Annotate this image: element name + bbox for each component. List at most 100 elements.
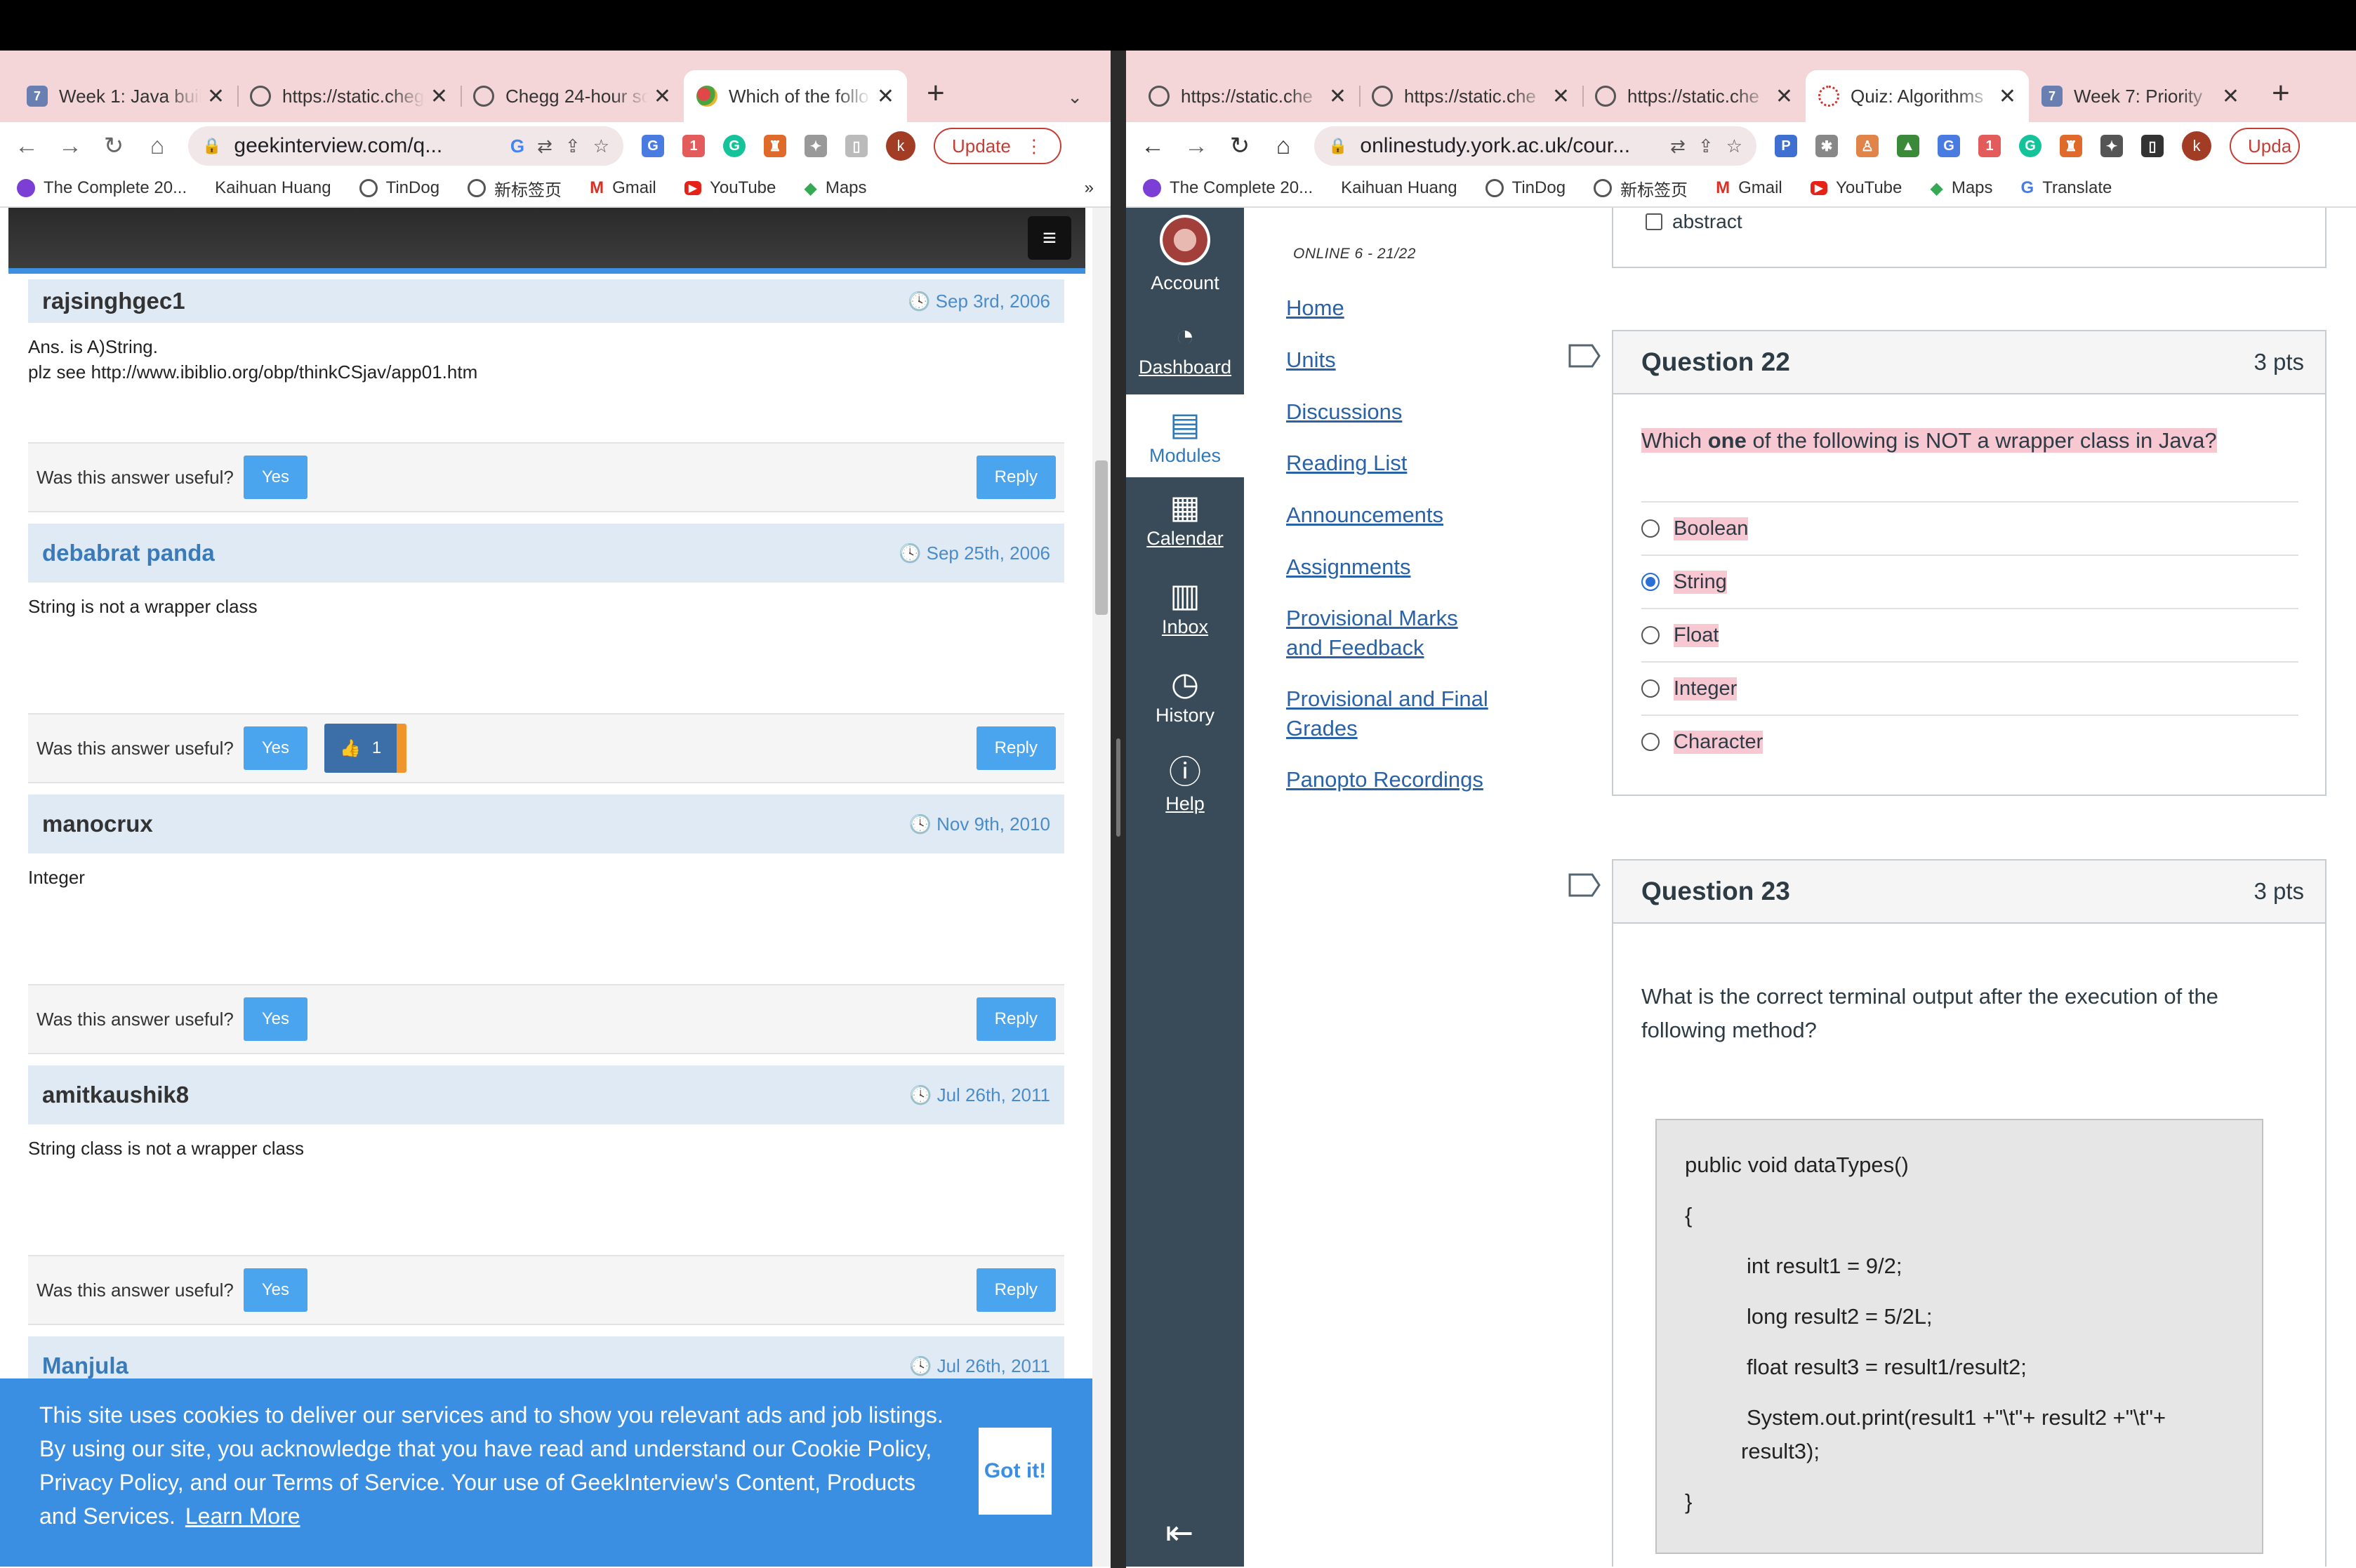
tab-static-che-2[interactable]: https://static.che ✕ [1359,70,1582,122]
nav-account[interactable]: Account [1126,215,1244,300]
tab-which-of-the-following[interactable]: Which of the follo ✕ [684,70,907,122]
post-username[interactable]: Manjula [42,1353,128,1379]
update-button[interactable]: Update ⋮ [934,128,1061,164]
radio-button[interactable] [1641,679,1660,698]
radio-button[interactable] [1641,519,1660,538]
course-nav-reading-list[interactable]: Reading List [1286,449,1539,478]
nav-calendar[interactable]: ▦ Calendar [1126,486,1244,564]
nav-history[interactable]: ◷ History [1126,663,1244,741]
course-nav-discussions[interactable]: Discussions [1286,397,1539,427]
extension-icon[interactable]: ♜ [2060,135,2082,157]
yes-button[interactable]: Yes [243,997,307,1041]
bookmark-translate[interactable]: G Translate [2021,178,2112,198]
translate-icon[interactable]: ⇄ [1670,135,1686,157]
chevron-down-icon[interactable]: ⌄ [1067,86,1083,108]
yes-button[interactable]: Yes [243,1268,307,1312]
radio-button[interactable] [1641,733,1660,751]
course-nav-provisional-grades[interactable]: Provisional and Final Grades [1286,684,1511,743]
course-nav-assignments[interactable]: Assignments [1286,552,1539,582]
new-tab-icon[interactable]: + [2272,76,2290,111]
back-icon[interactable]: ← [1140,133,1165,160]
sidepanel-icon[interactable]: ▯ [2141,135,2164,157]
new-tab-icon[interactable]: + [927,76,945,111]
translate-ext-icon[interactable]: G [642,135,664,157]
got-it-button[interactable]: Got it! [979,1428,1052,1515]
tab-week1[interactable]: 7 Week 1: Java build ✕ [14,70,237,122]
reload-icon[interactable]: ↻ [1227,132,1252,160]
close-icon[interactable]: ✕ [2222,84,2239,109]
nav-dashboard[interactable]: ◔ Dashboard [1126,314,1244,393]
bookmark-kaihuan[interactable]: Kaihuan Huang [215,178,331,198]
radio-button[interactable] [1641,626,1660,644]
translate-icon[interactable]: ⇄ [537,135,552,157]
extension-icon[interactable]: ♙ [1856,135,1879,157]
window-divider[interactable] [1111,51,1126,1568]
sidepanel-icon[interactable]: ▯ [845,135,868,157]
answer-option[interactable]: Integer [1641,661,2298,715]
bookmark-youtube[interactable]: ▶ YouTube [1810,178,1902,198]
scrollbar-thumb[interactable] [1095,460,1108,615]
bookmark-kaihuan[interactable]: Kaihuan Huang [1341,178,1457,198]
grammarly-icon[interactable]: G [723,135,746,157]
bookmark-newtab[interactable]: 新标签页 [468,176,562,201]
close-icon[interactable]: ✕ [1552,84,1570,109]
close-icon[interactable]: ✕ [207,84,225,109]
tab-week7[interactable]: 7 Week 7: Priority ✕ [2029,70,2252,122]
bookmark-complete[interactable]: The Complete 20... [17,178,187,198]
forward-icon[interactable]: → [58,133,83,160]
post-username[interactable]: rajsinghgec1 [42,288,185,314]
star-icon[interactable]: ☆ [1726,135,1742,157]
yes-button[interactable]: Yes [243,726,307,770]
answer-option[interactable]: String [1641,554,2298,608]
bookmark-youtube[interactable]: ▶ YouTube [684,178,776,198]
answer-option[interactable]: Boolean [1641,501,2298,554]
post-username[interactable]: amitkaushik8 [42,1082,189,1108]
tab-static-che-1[interactable]: https://static.che ✕ [1136,70,1359,122]
course-nav-panopto[interactable]: Panopto Recordings [1286,765,1539,795]
vote-badge[interactable]: 👍 1 [324,724,407,773]
chevron-right-icon[interactable]: » [1085,178,1094,198]
close-icon[interactable]: ✕ [1329,84,1346,109]
reply-button[interactable]: Reply [976,1268,1056,1312]
post-username[interactable]: debabrat panda [42,540,215,566]
bookmark-tindog[interactable]: TinDog [1485,178,1566,198]
radio-button-selected[interactable] [1641,573,1660,591]
update-button[interactable]: Upda [2230,128,2301,164]
course-nav-home[interactable]: Home [1286,293,1539,323]
nav-modules[interactable]: ▤ Modules [1126,394,1244,477]
extension-icon[interactable]: 1 [682,135,705,157]
divider-grip[interactable] [1116,738,1120,837]
reload-icon[interactable]: ↻ [101,132,126,160]
reply-button[interactable]: Reply [976,997,1056,1041]
course-nav-units[interactable]: Units [1286,345,1539,375]
back-icon[interactable]: ← [14,133,39,160]
extension-icon[interactable]: 1 [1978,135,2001,157]
close-icon[interactable]: ✕ [430,84,448,109]
nav-inbox[interactable]: ▥ Inbox [1126,574,1244,653]
bookmark-maps[interactable]: ◆ Maps [804,178,866,199]
reply-button[interactable]: Reply [976,726,1056,770]
prev-option[interactable]: abstract [1646,211,1742,233]
share-icon[interactable]: ⇪ [1698,135,1714,157]
bookmark-gmail[interactable]: M Gmail [590,178,656,198]
close-icon[interactable]: ✕ [877,84,894,109]
star-icon[interactable]: ☆ [593,135,609,157]
tab-quiz-algorithms[interactable]: Quiz: Algorithms ✕ [1806,70,2029,122]
close-icon[interactable]: ✕ [1999,84,2016,109]
home-icon[interactable]: ⌂ [145,133,170,160]
checkbox[interactable] [1646,213,1662,230]
home-icon[interactable]: ⌂ [1271,133,1296,160]
extension-icon[interactable]: ▲ [1897,135,1919,157]
bookmark-tindog[interactable]: TinDog [359,178,439,198]
page-scrollbar[interactable] [1092,208,1111,1567]
hamburger-menu-icon[interactable]: ≡ [1028,216,1071,260]
bookmark-flag-icon[interactable] [1568,344,1601,368]
yes-button[interactable]: Yes [243,456,307,499]
bookmark-complete[interactable]: The Complete 20... [1143,178,1313,198]
puzzle-icon[interactable]: ✦ [805,135,827,157]
bookmark-maps[interactable]: ◆ Maps [1930,178,1992,199]
profile-avatar[interactable]: k [2182,131,2211,161]
puzzle-icon[interactable]: ✦ [2100,135,2123,157]
bookmark-flag-icon[interactable] [1568,873,1601,897]
learn-more-link[interactable]: Learn More [185,1503,300,1529]
